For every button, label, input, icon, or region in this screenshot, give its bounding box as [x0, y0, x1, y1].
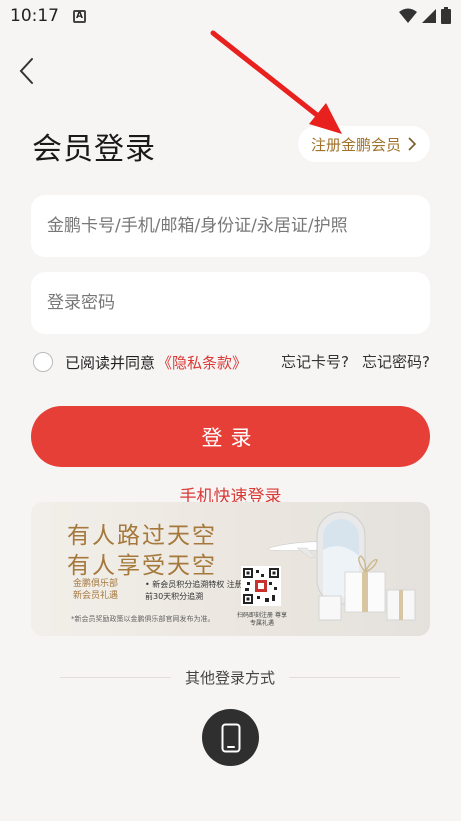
account-input[interactable] — [47, 216, 414, 236]
forgot-card-link[interactable]: 忘记卡号? — [281, 351, 349, 372]
register-member-label: 注册金鹏会员 — [310, 135, 401, 154]
divider-line-right — [289, 676, 401, 678]
qr-code-icon — [243, 568, 279, 604]
banner-qr-code — [241, 566, 281, 606]
other-login-title: 其他登录方式 — [185, 668, 276, 687]
banner-fine-print: *新会员奖励政策以金鹏俱乐部官网发布为准。 — [71, 615, 215, 623]
status-indicators — [399, 7, 451, 24]
banner-benefit-text: • 新会员积分追溯特权 注册前30天积分追溯 — [145, 580, 243, 601]
page-title: 会员登录 — [32, 132, 156, 167]
privacy-policy-link[interactable]: 《隐私条款》 — [157, 352, 247, 373]
agreement-row: 已阅读并同意 《隐私条款》 — [33, 350, 247, 374]
banner-club-text: 金鹏俱乐部 新会员礼遇 — [73, 579, 119, 601]
agree-checkbox[interactable] — [33, 352, 53, 372]
mobile-phone-icon — [221, 723, 240, 752]
signal-icon — [422, 8, 436, 23]
banner-line-1: 有人路过天空 — [67, 523, 217, 549]
password-field-box — [31, 272, 430, 334]
account-field-box — [31, 195, 430, 257]
banner-line-2: 有人享受天空 — [67, 553, 217, 579]
status-bar: 10:17 A — [0, 0, 461, 32]
chevron-right-icon — [408, 137, 417, 151]
notification-icon: A — [73, 9, 86, 23]
phone-login-button[interactable] — [202, 709, 259, 766]
agree-text: 已阅读并同意 — [65, 353, 156, 372]
chevron-left-icon — [19, 58, 33, 84]
forgot-password-link[interactable]: 忘记密码? — [362, 351, 430, 372]
register-member-button[interactable]: 注册金鹏会员 — [298, 126, 430, 162]
battery-icon — [441, 7, 451, 24]
promo-banner[interactable]: 有人路过天空 有人享受天空 金鹏俱乐部 新会员礼遇 • 新会员积分追溯特权 注册… — [31, 502, 430, 636]
login-button[interactable]: 登录 — [31, 406, 430, 467]
other-login-divider: 其他登录方式 — [60, 666, 401, 688]
back-button[interactable] — [14, 56, 42, 86]
status-time: 10:17 — [10, 6, 59, 26]
divider-line-left — [60, 676, 171, 678]
wifi-icon — [399, 8, 417, 23]
gift-boxes-icon — [318, 555, 416, 621]
banner-qr-caption: 扫码即刻注册 尊享专属礼遇 — [237, 612, 287, 627]
password-input[interactable] — [47, 293, 414, 313]
